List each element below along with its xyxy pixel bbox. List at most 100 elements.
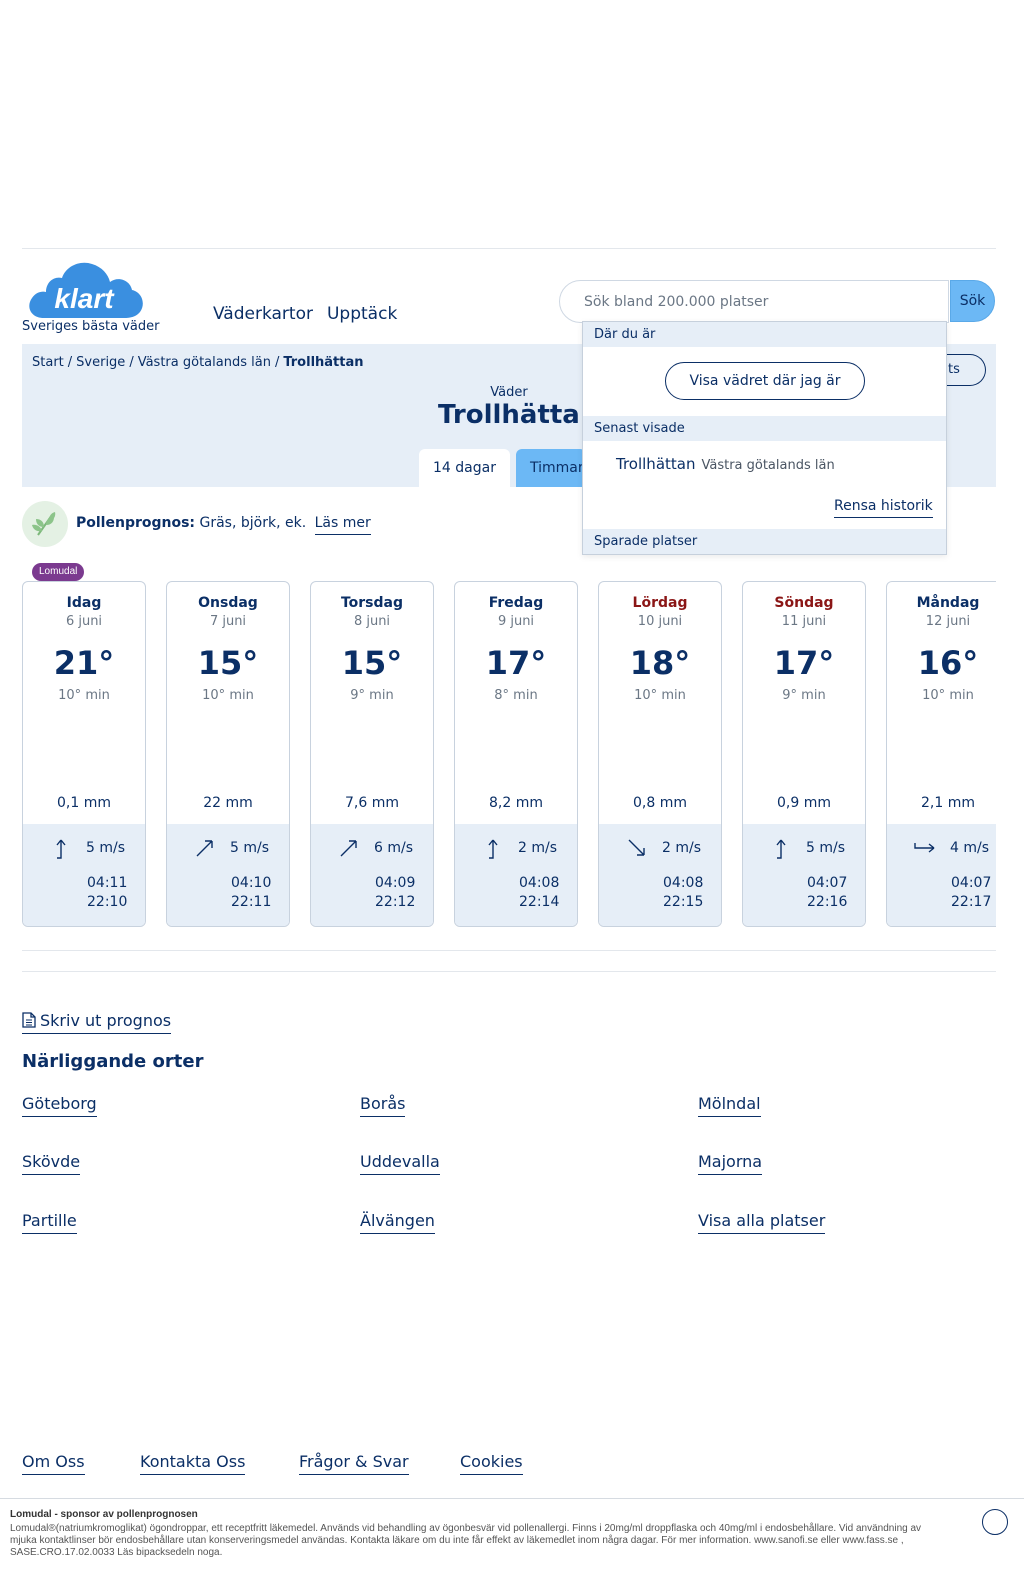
sunset-time: 22:11	[231, 894, 272, 910]
wind-arrow-icon	[196, 840, 213, 857]
pollen-forecast: Pollenprognos: Gräs, björk, ek. Läs mer	[76, 515, 371, 535]
day-name: Torsdag	[340, 595, 404, 611]
print-forecast-label: Skriv ut prognos	[40, 1011, 172, 1030]
close-sponsor-button[interactable]	[982, 1509, 1008, 1535]
day-date: 6 juni	[65, 614, 103, 629]
nearby-place-link[interactable]: Älvängen	[360, 1211, 435, 1234]
pollen-leaf-icon	[22, 501, 68, 547]
sunrise-time: 04:07	[807, 875, 848, 891]
day-card[interactable]: Fredag 9 juni 17° 8° min 8,2 mm 2 m/s 04:08 22:…	[454, 581, 578, 927]
day-card[interactable]: Söndag 11 juni 17° 9° min 0,9 mm 5 m/s 04:07 22…	[742, 581, 866, 927]
day-date: 11 juni	[781, 614, 827, 629]
wind-arrow-icon	[488, 839, 498, 859]
sunrise-time: 04:07	[951, 875, 992, 891]
sunset-time: 22:15	[663, 894, 704, 910]
sunset-time: 22:16	[807, 894, 848, 910]
wind-sun-panel: 4 m/s 04:07 22:17	[887, 824, 996, 926]
day-name: Fredag	[488, 595, 544, 611]
dropdown-header-location: Där du är	[583, 322, 946, 347]
sunset-time: 22:14	[519, 894, 560, 910]
day-date: 10 juni	[637, 614, 683, 629]
nearby-place-link[interactable]: Borås	[360, 1094, 406, 1117]
day-name: Lördag	[632, 595, 688, 611]
breadcrumb-region[interactable]: Västra götalands län	[138, 355, 271, 370]
nearby-place-link[interactable]: Skövde	[22, 1152, 81, 1175]
logo-wordmark: klart	[54, 283, 115, 314]
min-temperature: 9° min	[782, 688, 826, 703]
nearby-place-link[interactable]: Mölndal	[698, 1094, 761, 1117]
max-temperature: 15°	[197, 644, 259, 682]
min-temperature: 10° min	[202, 688, 254, 703]
search-input[interactable]	[559, 280, 949, 323]
pollen-read-more-link[interactable]: Läs mer	[314, 515, 371, 535]
precipitation: 8,2 mm	[489, 795, 543, 811]
day-date: 12 juni	[925, 614, 971, 629]
site-logo[interactable]: klart Sveriges bästa väder	[22, 258, 160, 338]
nearby-place-link[interactable]: Göteborg	[22, 1094, 97, 1117]
wind-arrow-icon	[340, 840, 357, 857]
nav-weather-maps[interactable]: Väderkartor	[213, 304, 313, 324]
show-all-places-link[interactable]: Visa alla platser	[698, 1211, 826, 1234]
footer-about-link[interactable]: Om Oss	[22, 1452, 85, 1475]
max-temperature: 15°	[341, 644, 403, 682]
nearby-place-link[interactable]: Majorna	[698, 1152, 763, 1175]
search-dropdown: Där du är Visa vädret där jag är Senast …	[582, 321, 947, 555]
nearby-place-link[interactable]: Partille	[22, 1211, 77, 1234]
pollen-types: Gräs, björk, ek.	[199, 515, 307, 531]
search-button[interactable]: Sök	[950, 280, 995, 322]
footer-contact-link[interactable]: Kontakta Oss	[140, 1452, 246, 1475]
day-card[interactable]: Torsdag 8 juni 15° 9° min 7,6 mm 6 m/s 04:09 22…	[310, 581, 434, 927]
sponsor-title: Lomudal - sponsor av pollenprognosen	[10, 1509, 198, 1520]
sunrise-time: 04:10	[231, 875, 272, 891]
show-local-weather-button[interactable]: Visa vädret där jag är	[665, 362, 865, 400]
wind-sun-panel: 2 m/s 04:08 22:15	[599, 824, 721, 926]
breadcrumb-sweden[interactable]: Sverige	[76, 355, 125, 370]
sunset-time: 22:17	[951, 894, 992, 910]
tab-14-days[interactable]: 14 dagar	[419, 449, 510, 487]
wind-speed: 5 m/s	[86, 840, 126, 856]
min-temperature: 8° min	[494, 688, 538, 703]
sponsor-banner: Lomudal - sponsor av pollenprognosen Lom…	[0, 1498, 1024, 1578]
nav-discover[interactable]: Upptäck	[327, 304, 397, 324]
clear-history-link[interactable]: Rensa historik	[834, 498, 933, 518]
day-card[interactable]: Idag 6 juni 21° 10° min 0,1 mm 5 m/s 04:11 22:1…	[22, 581, 146, 927]
precipitation: 2,1 mm	[921, 795, 975, 811]
max-temperature: 17°	[485, 644, 547, 682]
day-card[interactable]: Onsdag 7 juni 15° 10° min 22 mm 5 m/s 04:10 22:…	[166, 581, 290, 927]
max-temperature: 16°	[917, 644, 979, 682]
recent-place-item[interactable]: Trollhättan Västra götalands län	[616, 454, 835, 473]
page-title: Trollhättan	[438, 400, 599, 430]
wind-sun-panel: 5 m/s 04:10 22:11	[167, 824, 289, 926]
wind-speed: 4 m/s	[950, 840, 990, 856]
breadcrumb-separator: /	[67, 355, 73, 370]
wind-sun-panel: 5 m/s 04:07 22:16	[743, 824, 865, 926]
forecast-cards: Idag 6 juni 21° 10° min 0,1 mm 5 m/s 04:11 22:1…	[22, 581, 996, 927]
min-temperature: 10° min	[58, 688, 110, 703]
tab-hours[interactable]: Timmar	[516, 449, 586, 487]
wind-speed: 5 m/s	[806, 840, 846, 856]
document-icon	[22, 1012, 36, 1028]
ad-space	[0, 0, 1024, 248]
day-name: Måndag	[916, 595, 980, 611]
wind-speed: 6 m/s	[374, 840, 414, 856]
wind-speed: 2 m/s	[662, 840, 702, 856]
min-temperature: 10° min	[634, 688, 686, 703]
precipitation: 7,6 mm	[345, 795, 399, 811]
day-name: Söndag	[774, 595, 834, 611]
footer-cookies-link[interactable]: Cookies	[460, 1452, 523, 1475]
logo-tagline: Sveriges bästa väder	[22, 319, 160, 334]
cloud-logo-icon: klart	[29, 262, 143, 318]
day-card[interactable]: Lördag 10 juni 18° 10° min 0,8 mm 2 m/s 04:08 2…	[598, 581, 722, 927]
breadcrumb-current: Trollhättan	[283, 355, 364, 370]
nearby-places-title: Närliggande orter	[22, 1051, 204, 1072]
footer-faq-link[interactable]: Frågor & Svar	[299, 1452, 409, 1475]
sunrise-time: 04:08	[663, 875, 704, 891]
nearby-place-link[interactable]: Uddevalla	[360, 1152, 440, 1175]
day-card[interactable]: Måndag 12 juni 16° 10° min 2,1 mm 4 m/s 04:07 2…	[886, 581, 996, 927]
print-forecast-link[interactable]: Skriv ut prognos	[22, 1011, 172, 1034]
breadcrumb-start[interactable]: Start	[32, 355, 64, 370]
wind-arrow-icon	[628, 839, 645, 856]
wind-speed: 2 m/s	[518, 840, 558, 856]
day-name: Onsdag	[198, 595, 258, 611]
max-temperature: 17°	[773, 644, 835, 682]
